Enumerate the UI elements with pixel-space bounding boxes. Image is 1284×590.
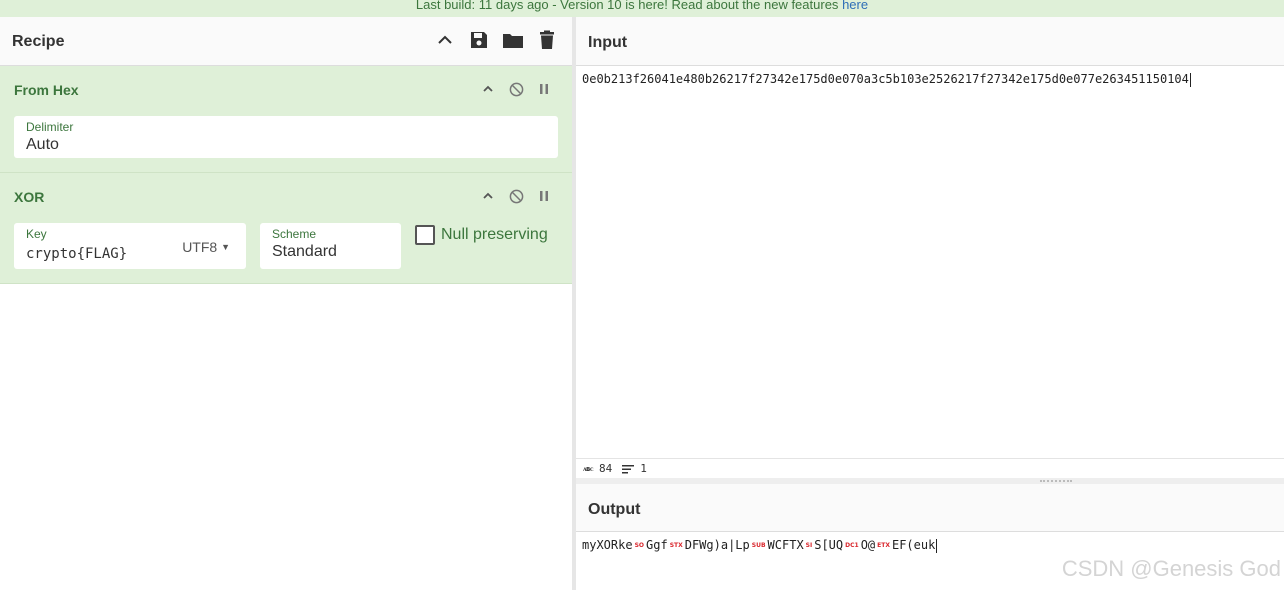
control-char: SI: [805, 542, 813, 549]
output-segment: S[UQ: [814, 538, 844, 552]
operation-title: XOR: [14, 189, 45, 205]
trash-icon[interactable]: [536, 29, 558, 51]
input-header: Input: [576, 17, 1284, 66]
lines-icon: [622, 464, 635, 473]
input-panel: Input 0e0b213f26041e480b26217f27342e175d…: [576, 17, 1284, 481]
output-segment: Ggf: [646, 538, 668, 552]
output-header: Output: [576, 484, 1284, 532]
null-preserving-toggle[interactable]: Null preserving: [415, 225, 548, 245]
operation-controls: [480, 81, 552, 97]
input-textarea[interactable]: 0e0b213f26041e480b26217f27342e175d0e070a…: [582, 72, 1191, 87]
length-stat: ᴀʙᴄ 84: [583, 462, 612, 475]
folder-icon[interactable]: [502, 29, 524, 51]
control-char: SO: [634, 542, 644, 549]
output-segment: WCFTX: [767, 538, 804, 552]
pause-icon[interactable]: [536, 81, 552, 97]
minimise-icon[interactable]: [480, 81, 496, 97]
recipe-header: Recipe: [0, 17, 572, 66]
null-preserving-label: Null preserving: [441, 226, 548, 243]
scheme-field[interactable]: Scheme Standard: [260, 223, 401, 269]
output-segment: EF(euk: [891, 538, 936, 552]
output-segment: myXORke: [582, 538, 633, 552]
recipe-toolbar: [434, 29, 558, 51]
collapse-icon[interactable]: [434, 29, 456, 51]
output-segment: O@: [860, 538, 876, 552]
delimiter-value: Auto: [26, 136, 59, 153]
operation-xor: XOR Key crypto{FLAG} UTF8 ▼ Scheme Stand…: [0, 173, 572, 284]
caret-down-icon: ▼: [221, 242, 230, 252]
control-char: SUB: [751, 542, 766, 549]
output-title: Output: [588, 501, 641, 518]
control-char: DC1: [845, 542, 859, 549]
watermark: CSDN @Genesis God: [1061, 556, 1281, 581]
text-caret: [1189, 72, 1191, 87]
abc-icon: ᴀʙᴄ: [583, 464, 594, 473]
input-statusbar: ᴀʙᴄ 84 1: [576, 458, 1284, 478]
control-char: STX: [669, 542, 683, 549]
text-caret: [936, 538, 938, 553]
key-encoding-dropdown[interactable]: UTF8 ▼: [182, 239, 230, 255]
control-char: ETX: [877, 542, 890, 549]
scheme-label: Scheme: [272, 227, 317, 241]
input-lines: 1: [640, 462, 647, 475]
scheme-value: Standard: [272, 243, 337, 260]
key-label: Key: [26, 227, 47, 241]
lines-stat: 1: [622, 462, 647, 475]
banner-link[interactable]: here: [842, 0, 868, 12]
save-icon[interactable]: [468, 29, 490, 51]
delimiter-field[interactable]: Delimiter Auto: [14, 116, 558, 158]
minimise-icon[interactable]: [480, 188, 496, 204]
key-value: crypto{FLAG}: [26, 246, 128, 262]
output-segment: DFWg)a|Lp: [684, 538, 750, 552]
output-text: myXORke SO Ggf STX DFWg)a|Lp SUB WCFTX SI S[UQ DC…: [582, 538, 935, 552]
output-textarea[interactable]: myXORke SO Ggf STX DFWg)a|Lp SUB WCFTX SI S[UQ DC…: [582, 538, 938, 553]
update-banner: Last build: 11 days ago - Version 10 is …: [0, 0, 1284, 17]
recipe-panel: Recipe From Hex Delimiter Auto XOR Key c…: [0, 17, 572, 590]
operation-from-hex: From Hex Delimiter Auto: [0, 66, 572, 173]
input-title: Input: [588, 34, 628, 51]
key-field[interactable]: Key crypto{FLAG} UTF8 ▼: [14, 223, 246, 269]
operation-controls: [480, 188, 552, 204]
recipe-title: Recipe: [12, 33, 65, 50]
disable-icon[interactable]: [508, 188, 524, 204]
key-encoding-value: UTF8: [182, 239, 218, 255]
input-text: 0e0b213f26041e480b26217f27342e175d0e070a…: [582, 72, 1189, 86]
input-length: 84: [599, 462, 613, 475]
operation-title: From Hex: [14, 82, 79, 98]
disable-icon[interactable]: [508, 81, 524, 97]
null-preserving-checkbox[interactable]: [415, 225, 435, 245]
pause-icon[interactable]: [536, 188, 552, 204]
banner-text: Last build: 11 days ago - Version 10 is …: [415, 0, 839, 12]
delimiter-label: Delimiter: [26, 120, 74, 134]
